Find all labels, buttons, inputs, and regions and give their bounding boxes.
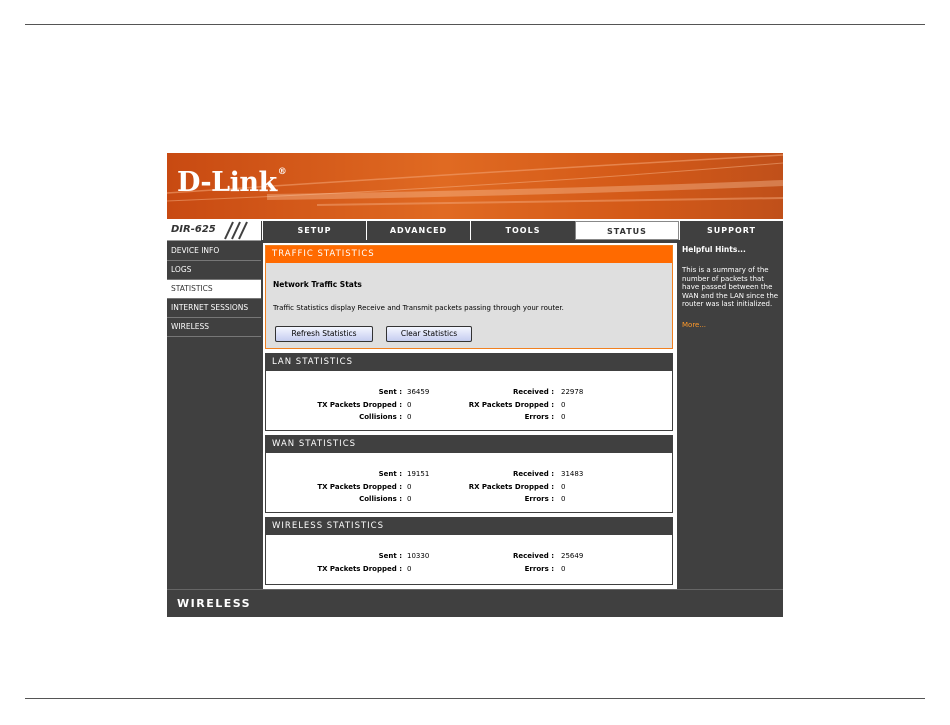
wireless-errors-label: Errors : [524, 565, 554, 573]
tab-status[interactable]: STATUS [575, 221, 679, 240]
wan-received-label: Received : [513, 470, 554, 478]
helpful-hints-text: This is a summary of the number of packe… [682, 266, 779, 308]
clear-statistics-button[interactable]: Clear Statistics [386, 326, 472, 342]
main-content: TRAFFIC STATISTICS Network Traffic Stats… [263, 243, 677, 589]
wireless-statistics-title: WIRELESS STATISTICS [266, 518, 672, 535]
model-name: DIR-625 [171, 224, 216, 235]
wan-rx-label: RX Packets Dropped : [468, 483, 554, 491]
tab-setup[interactable]: SETUP [262, 221, 366, 240]
lan-statistics-panel: LAN STATISTICS Sent : 36459 Received : 2… [265, 353, 673, 431]
more-link[interactable]: More... [682, 321, 782, 329]
lan-statistics-title: LAN STATISTICS [266, 354, 672, 371]
wan-sent-label: Sent : [378, 470, 402, 478]
traffic-statistics-title: TRAFFIC STATISTICS [266, 246, 672, 263]
wan-tx-label: TX Packets Dropped : [317, 483, 402, 491]
wan-sent-value: 19151 [407, 470, 430, 478]
tab-advanced[interactable]: ADVANCED [366, 221, 470, 240]
sidebar: DEVICE INFO LOGS STATISTICS INTERNET SES… [167, 242, 261, 337]
dlink-logo: D-Link® [177, 167, 287, 198]
lan-sent-value: 36459 [407, 388, 430, 396]
tab-tools[interactable]: TOOLS [470, 221, 575, 240]
bottom-rule [25, 698, 925, 699]
header-banner: D-Link® [167, 153, 783, 219]
lan-collisions-value: 0 [407, 413, 412, 421]
model-badge: DIR-625 [167, 221, 261, 241]
wan-tx-value: 0 [407, 483, 412, 491]
wan-errors-value: 0 [561, 495, 566, 503]
traffic-description: Traffic Statistics display Receive and T… [273, 304, 564, 312]
traffic-statistics-panel: TRAFFIC STATISTICS Network Traffic Stats… [265, 245, 673, 349]
wireless-received-label: Received : [513, 552, 554, 560]
lan-rx-label: RX Packets Dropped : [468, 401, 554, 409]
wireless-sent-label: Sent : [378, 552, 402, 560]
lan-tx-label: TX Packets Dropped : [317, 401, 402, 409]
footer-wireless-label: WIRELESS [177, 597, 252, 610]
wireless-tx-label: TX Packets Dropped : [317, 565, 402, 573]
helpful-hints-panel: Helpful Hints... This is a summary of th… [680, 243, 782, 329]
wan-collisions-value: 0 [407, 495, 412, 503]
wireless-tx-value: 0 [407, 565, 412, 573]
lan-row-2: TX Packets Dropped : 0 RX Packets Droppe… [266, 401, 672, 413]
sidebar-item-wireless[interactable]: WIRELESS [167, 318, 261, 337]
wan-statistics-title: WAN STATISTICS [266, 436, 672, 453]
tab-support[interactable]: SUPPORT [679, 221, 783, 240]
lan-errors-value: 0 [561, 413, 566, 421]
wireless-sent-value: 10330 [407, 552, 430, 560]
router-admin-frame: D-Link® DIR-625 SETUP ADVANCED TOOLS STA… [167, 153, 783, 617]
wan-row-2: TX Packets Dropped : 0 RX Packets Droppe… [266, 483, 672, 495]
wan-received-value: 31483 [561, 470, 584, 478]
lan-tx-value: 0 [407, 401, 412, 409]
wireless-errors-value: 0 [561, 565, 566, 573]
footer-bar: WIRELESS [167, 589, 783, 617]
lan-row-3: Collisions : 0 Errors : 0 [266, 413, 672, 425]
sidebar-item-logs[interactable]: LOGS [167, 261, 261, 280]
wan-rx-value: 0 [561, 483, 566, 491]
network-traffic-stats-heading: Network Traffic Stats [273, 280, 362, 289]
slash-decoration-icon [224, 221, 248, 240]
top-rule [25, 24, 925, 25]
wireless-statistics-panel: WIRELESS STATISTICS Sent : 10330 Receive… [265, 517, 673, 585]
sidebar-item-statistics[interactable]: STATISTICS [167, 280, 261, 299]
lan-rx-value: 0 [561, 401, 566, 409]
wan-row-1: Sent : 19151 Received : 31483 [266, 470, 672, 482]
wan-errors-label: Errors : [524, 495, 554, 503]
lan-row-1: Sent : 36459 Received : 22978 [266, 388, 672, 400]
sidebar-item-internet-sessions[interactable]: INTERNET SESSIONS [167, 299, 261, 318]
wireless-row-2: TX Packets Dropped : 0 Errors : 0 [266, 565, 672, 577]
helpful-hints-title: Helpful Hints... [682, 245, 746, 254]
wan-row-3: Collisions : 0 Errors : 0 [266, 495, 672, 507]
wireless-row-1: Sent : 10330 Received : 25649 [266, 552, 672, 564]
lan-received-label: Received : [513, 388, 554, 396]
top-navigation: DIR-625 SETUP ADVANCED TOOLS STATUS SUPP… [167, 221, 783, 241]
wan-statistics-panel: WAN STATISTICS Sent : 19151 Received : 3… [265, 435, 673, 513]
wireless-received-value: 25649 [561, 552, 584, 560]
lan-sent-label: Sent : [378, 388, 402, 396]
refresh-statistics-button[interactable]: Refresh Statistics [275, 326, 373, 342]
lan-errors-label: Errors : [524, 413, 554, 421]
lan-collisions-label: Collisions : [359, 413, 402, 421]
wan-collisions-label: Collisions : [359, 495, 402, 503]
sidebar-item-device-info[interactable]: DEVICE INFO [167, 242, 261, 261]
lan-received-value: 22978 [561, 388, 584, 396]
